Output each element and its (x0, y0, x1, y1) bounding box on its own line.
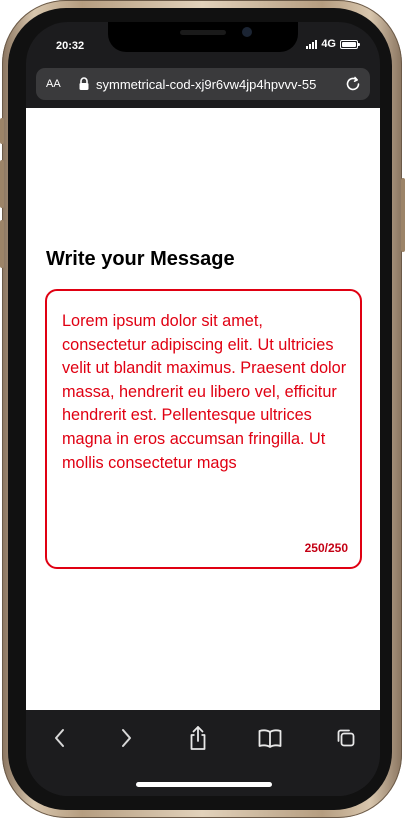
back-icon (55, 729, 64, 747)
notch (108, 22, 298, 52)
volume-up-button (0, 160, 4, 208)
browser-toolbar (26, 710, 380, 796)
tabs-icon (337, 729, 355, 747)
share-icon (190, 726, 206, 750)
tabs-button[interactable] (332, 724, 360, 752)
back-button[interactable] (46, 724, 74, 752)
network-type: 4G (321, 38, 336, 50)
home-indicator[interactable] (136, 782, 272, 787)
volume-down-button (0, 220, 4, 268)
battery-icon (340, 39, 360, 49)
bookmarks-icon (258, 729, 282, 748)
character-counter: 250/250 (304, 541, 348, 555)
message-textarea[interactable]: Lorem ipsum dolor sit amet, consectetur … (45, 289, 362, 569)
reload-icon[interactable] (344, 75, 362, 93)
earpiece-speaker (180, 30, 226, 35)
address-bar[interactable]: AA symmetrical-cod-xj9r6vw4jp4hpvvv-55 (36, 68, 370, 100)
mute-switch (0, 118, 4, 144)
web-content: Write your Message Lorem ipsum dolor sit… (26, 108, 380, 710)
address-bar-area: AA symmetrical-cod-xj9r6vw4jp4hpvvv-55 (26, 66, 380, 108)
page-title: Write your Message (46, 248, 235, 270)
bookmarks-button[interactable] (256, 724, 284, 752)
device-mockup: 20:32 4G AA symmetrical-cod-xj9r6vw4jp4h… (0, 0, 405, 820)
status-indicators: 4G (306, 38, 360, 50)
text-size-button[interactable]: AA (46, 78, 72, 90)
phone-screen: 20:32 4G AA symmetrical-cod-xj9r6vw4jp4h… (26, 22, 380, 796)
message-text[interactable]: Lorem ipsum dolor sit amet, consectetur … (62, 310, 347, 475)
forward-button[interactable] (112, 724, 140, 752)
signal-icon (306, 39, 318, 49)
lock-icon (79, 77, 89, 90)
forward-icon (122, 729, 131, 747)
url-text[interactable]: symmetrical-cod-xj9r6vw4jp4hpvvv-55 (96, 77, 340, 92)
power-button (401, 178, 405, 252)
front-camera (242, 27, 252, 37)
share-button[interactable] (184, 724, 212, 752)
status-time: 20:32 (56, 40, 85, 52)
